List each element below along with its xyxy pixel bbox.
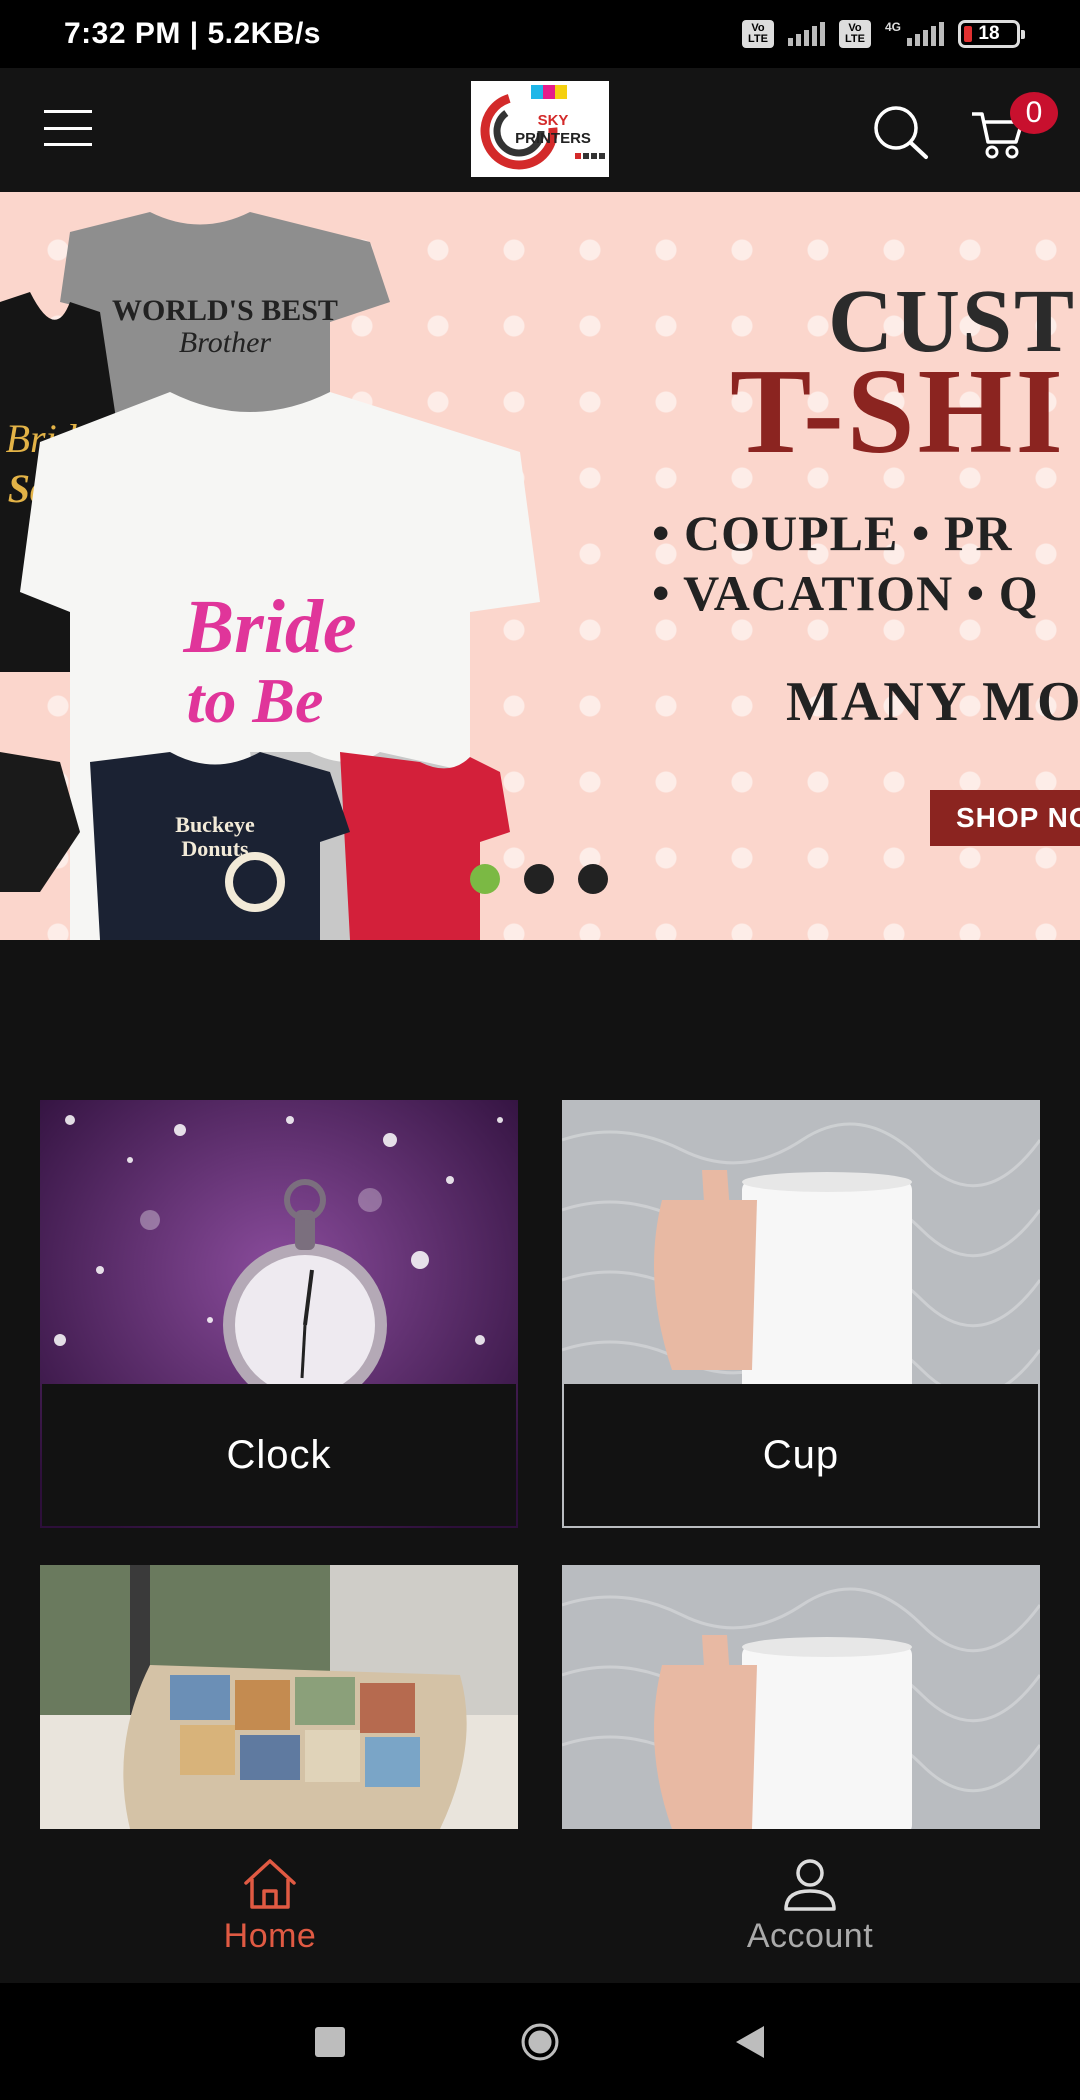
shirt-text: Bride [182,585,356,669]
back-triangle-icon [736,2025,764,2058]
signal-icon [787,22,825,46]
shirt-text: to Be [187,665,324,736]
home-system-button[interactable] [520,2022,560,2062]
carousel-dot[interactable] [470,864,500,894]
status-time-speed: 7:32 PM | 5.2KB/s [64,17,321,50]
logo-text-sky: SKY [538,112,569,129]
category-label-box: Clock [42,1384,516,1526]
recents-button[interactable] [310,2022,350,2062]
category-card-clock[interactable]: Clock [40,1100,518,1528]
status-icons: Vo LTE Vo LTE 4G 18 [741,20,1025,48]
nav-account-label: Account [746,1916,874,1955]
volte-icon: Vo LTE [741,20,774,48]
bottom-nav: Home Account [0,1829,1080,1983]
network-type: 4G [884,20,901,34]
cart-count-badge[interactable]: 0 [1010,92,1058,134]
pillow-image [40,1565,518,1829]
logo[interactable]: SKY PRINTERS [471,81,609,177]
nav-account[interactable]: Account [540,1829,1080,1983]
hero-bullet-line-1: • COUPLE • PR [652,505,1013,561]
category-label: Clock [226,1432,332,1477]
square-icon [315,2026,345,2057]
category-label-box: Cup [564,1384,1038,1526]
shirt-text: Buckeye [175,812,255,837]
status-bar: 7:32 PM | 5.2KB/s Vo LTE Vo LTE 4G 18 [0,0,1080,68]
system-nav-bar [0,1983,1080,2100]
carousel-dot[interactable] [578,864,608,894]
app-header: SKY PRINTERS 0 [0,68,1080,192]
volte-icon: Vo LTE [838,20,871,48]
search-icon[interactable] [872,104,930,160]
menu-icon[interactable] [44,110,92,146]
hero-banner[interactable]: WORLD'S BEST Brother Bride Squad Bride t… [0,192,1080,940]
circle-icon [521,2023,559,2060]
category-card-cup[interactable]: Cup [562,1100,1040,1528]
shirt-text: Brother [179,326,272,359]
battery-level: 18 [978,23,1000,44]
category-label: Cup [762,1432,840,1477]
hero-bullet-line-2: • VACATION • Q [652,565,1039,621]
logo-graphic: SKY PRINTERS [480,85,605,170]
nav-home[interactable]: Home [0,1829,540,1983]
carousel-dots [470,864,608,894]
category-card-cup-2[interactable] [562,1565,1040,1829]
carousel-dot[interactable] [524,864,554,894]
hero-title-line-2: T-SHI [730,344,1067,479]
signal-icon [907,22,944,46]
logo-text-printers: PRINTERS [515,130,591,147]
battery-icon: 18 [958,20,1025,48]
category-card-pillow[interactable] [40,1565,518,1829]
tshirt-collage: WORLD'S BEST Brother Bride Squad Bride t… [0,212,540,940]
cup-image [562,1565,1040,1829]
shirt-text: WORLD'S BEST [112,294,338,327]
home-icon [244,1858,296,1909]
account-icon [784,1858,836,1911]
shop-now-button[interactable]: SHOP NO [930,790,1080,846]
back-button[interactable] [730,2022,770,2062]
nav-home-label: Home [223,1916,317,1955]
hero-more-text: MANY MO [786,671,1080,733]
